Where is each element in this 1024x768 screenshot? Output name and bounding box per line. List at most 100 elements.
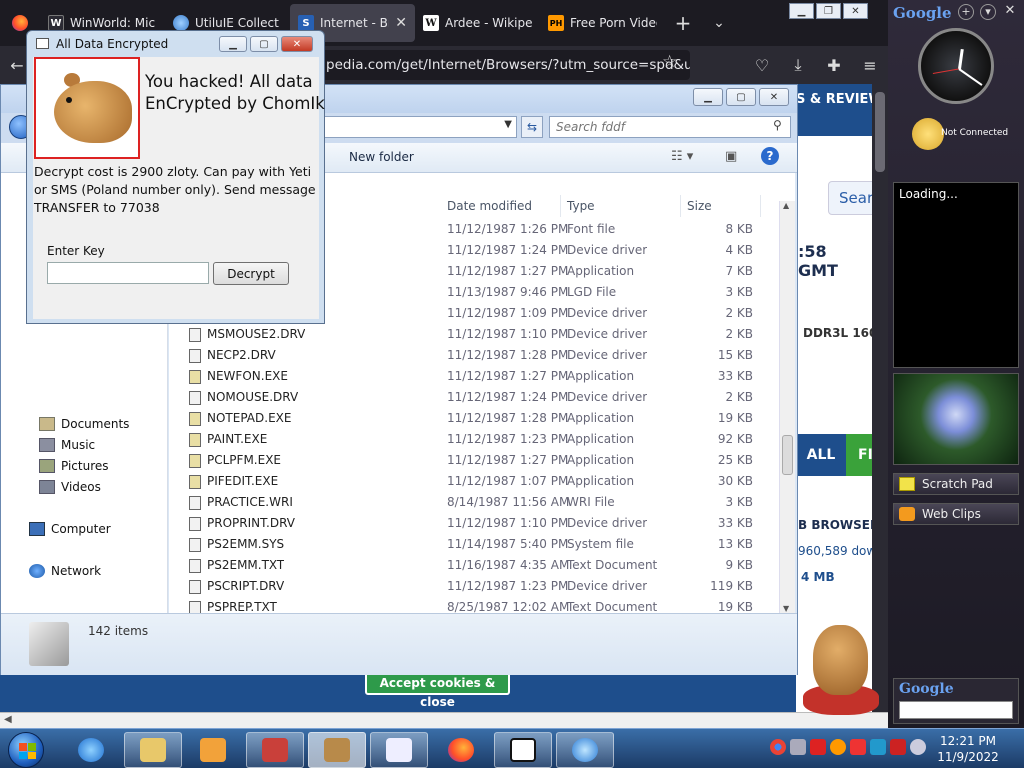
maximize-icon[interactable]: ▢ [250,36,278,52]
tab-ph[interactable]: PH Free Porn Video [540,0,665,46]
new-tab-plus-icon[interactable]: + [665,0,701,46]
nav-computer[interactable]: Computer [29,522,111,536]
column-size[interactable]: Size [681,195,761,217]
table-row[interactable]: PSCRIPT.DRV 11/12/1987 1:23 PM Device driv… [169,576,779,597]
maximize-icon[interactable]: ▢ [726,88,756,106]
nav-pictures[interactable]: Pictures [39,459,109,473]
globe-taskbar-button[interactable] [556,732,614,768]
tab-ardee[interactable]: W Ardee - Wikipe [415,0,540,46]
column-type[interactable]: Type [561,195,681,217]
add-gadget-plus-icon[interactable]: + [958,4,974,20]
nav-documents[interactable]: Documents [39,417,129,431]
windows-logo-icon [19,743,36,759]
table-row[interactable]: PCLPFM.EXE 11/12/1987 1:27 PM Application 2… [169,450,779,471]
view-options-icon[interactable]: ☷ ▾ [671,149,693,164]
table-row[interactable]: PROPRINT.DRV 11/12/1987 1:10 PM Device dri… [169,513,779,534]
tab-free[interactable]: FI [846,434,872,476]
search-input[interactable] [549,116,791,138]
restore-icon[interactable]: ❐ [816,3,841,19]
tray-flag-icon[interactable] [850,739,866,755]
tab-list-chevron-down-icon[interactable]: ⌄ [701,0,737,46]
minimize-icon[interactable]: ▁ [789,3,814,19]
nav-music[interactable]: Music [39,438,95,452]
tray-display-icon[interactable] [870,739,886,755]
table-row[interactable]: PAINT.EXE 11/12/1987 1:23 PM Application 92… [169,429,779,450]
site-search-button[interactable]: Searc [828,181,872,215]
start-button[interactable] [8,732,44,768]
tray-search-icon[interactable] [830,739,846,755]
download-icon[interactable]: ⤓ [780,55,816,75]
app-taskbar-button[interactable] [246,732,304,768]
close-icon[interactable]: ✕ [1002,4,1018,20]
nav-network[interactable]: Network [29,564,101,578]
key-input[interactable] [47,262,209,284]
scrollbar-thumb[interactable] [782,435,793,475]
file-list-scrollbar[interactable]: ▲ ▼ [779,201,795,615]
close-icon[interactable]: ✕ [843,3,868,19]
accept-cookies-button[interactable]: Accept cookies & close [365,672,510,709]
tray-stop-icon[interactable] [890,739,906,755]
bookmark-star-icon[interactable]: ☆ [662,52,677,72]
menu-hamburger-icon[interactable]: ≡ [852,56,888,75]
refresh-icon[interactable]: ⇆ [521,116,543,138]
clock-gadget[interactable] [918,28,994,104]
taskbar-clock[interactable]: 12:21 PM 11/9/2022 [920,733,1016,765]
table-row[interactable]: NEWFON.EXE 11/12/1987 1:27 PM Application 3… [169,366,779,387]
pocket-icon[interactable]: ♡ [744,56,780,75]
media-player-taskbar-button[interactable] [184,732,242,768]
google-search-input[interactable] [899,701,1013,719]
dialog-titlebar[interactable]: All Data Encrypted ▁ ▢ ✕ [27,31,324,57]
ie-taskbar-button[interactable] [62,732,120,768]
tray-vivaldi-icon[interactable] [810,739,826,755]
dialog-body: You hacked! All data EnCrypted by ChomIk… [33,57,325,319]
table-row[interactable]: MSMOUSE2.DRV 11/12/1987 1:10 PM Device dri… [169,324,779,345]
nav-label: Videos [61,480,101,494]
explorer-taskbar-button[interactable] [124,732,182,768]
minimize-icon[interactable]: ▁ [693,88,723,106]
table-row[interactable]: PS2EMM.SYS 11/14/1987 5:40 PM System file 1… [169,534,779,555]
tab-all[interactable]: ALL [796,434,846,476]
google-logo: Google [899,681,954,697]
table-row[interactable]: NOTEPAD.EXE 11/12/1987 1:28 PM Application… [169,408,779,429]
scroll-up-icon[interactable]: ▲ [783,201,789,210]
tray-settings-icon[interactable] [790,739,806,755]
extensions-puzzle-icon[interactable]: ✚ [816,56,852,75]
table-row[interactable]: PS2EMM.TXT 11/16/1987 4:35 AM Text Documen… [169,555,779,576]
7zip-taskbar-button[interactable] [494,732,552,768]
new-folder-button[interactable]: New folder [349,150,414,164]
scratch-pad-gadget[interactable]: Scratch Pad [893,473,1019,495]
close-icon[interactable]: ✕ [759,88,789,106]
scroll-left-icon[interactable]: ◀ [4,714,12,725]
table-row[interactable]: NECP2.DRV 11/12/1987 1:28 PM Device driver… [169,345,779,366]
firefox-taskbar-button[interactable] [432,732,490,768]
url-bar[interactable]: pedia.com/get/Internet/Browsers/?utm_sou… [320,50,690,80]
web-clips-gadget[interactable]: Web Clips [893,503,1019,525]
feed-gadget[interactable]: Loading... [893,182,1019,368]
ransom-taskbar-button[interactable] [308,732,366,768]
search-icon[interactable]: ⚲ [773,118,782,132]
column-date-modified[interactable]: Date modified [441,195,561,217]
file-size: 30 KB [717,474,753,488]
table-row[interactable]: PIFEDIT.EXE 11/12/1987 1:07 PM Application… [169,471,779,492]
wordpad-taskbar-button[interactable] [370,732,428,768]
scroll-down-icon[interactable]: ▼ [783,604,789,613]
file-type: Font file [567,222,616,236]
sidebar-header: Google + ▾ ✕ [888,0,1024,24]
file-type: Application [567,432,635,446]
help-icon[interactable]: ? [761,147,779,165]
address-bar[interactable]: ▼ [321,116,517,138]
table-row[interactable]: NOMOUSE.DRV 11/12/1987 1:24 PM Device driv… [169,387,779,408]
table-row[interactable]: PRACTICE.WRI 8/14/1987 11:56 AM WRI File 3 … [169,492,779,513]
nav-videos[interactable]: Videos [39,480,101,494]
decrypt-button[interactable]: Decrypt [213,262,289,285]
close-icon[interactable]: ✕ [281,36,313,52]
chevron-down-icon[interactable]: ▼ [504,119,512,130]
tray-chrome-icon[interactable] [770,739,786,755]
horizontal-scrollbar[interactable]: ◀ [0,712,888,728]
tab-close-icon[interactable]: ✕ [395,15,407,31]
chevron-down-icon[interactable]: ▾ [980,4,996,20]
file-size: 92 KB [717,432,753,446]
preview-pane-icon[interactable]: ▣ [725,149,737,164]
minimize-icon[interactable]: ▁ [219,36,247,52]
slideshow-gadget[interactable] [893,373,1019,465]
